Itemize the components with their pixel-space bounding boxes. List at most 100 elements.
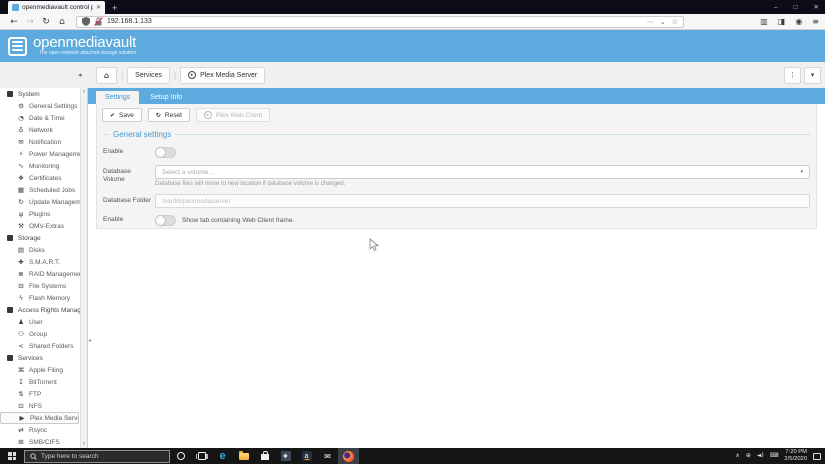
caret-down-button[interactable]: ▾ — [804, 66, 821, 84]
firefox-button[interactable] — [338, 448, 359, 464]
sidebar-item[interactable]: ⚒ OMV-Extras — [0, 220, 87, 232]
flash-icon: ϟ — [18, 293, 24, 302]
search-icon — [30, 452, 37, 460]
sidebar-scrollbar[interactable]: ˄ ˅ — [80, 88, 87, 448]
network-icon[interactable]: ⊕ — [746, 453, 751, 459]
back-icon[interactable]: ← — [6, 17, 22, 27]
breadcrumb-services-button[interactable]: Services — [127, 66, 170, 84]
sidebar-item[interactable]: ∿ Monitoring — [0, 160, 87, 172]
edge-button[interactable]: e — [212, 448, 233, 464]
speaker-icon[interactable]: ◄) — [757, 453, 764, 459]
sidebar-item[interactable]: ▤ Disks — [0, 244, 87, 256]
sidebar-item[interactable]: ⊟ File Systems — [0, 280, 87, 292]
sidebar-item[interactable]: ψ Plugins — [0, 208, 87, 220]
window-minimize-button[interactable]: – — [774, 4, 778, 11]
section-square-icon — [6, 235, 14, 241]
enable-toggle[interactable] — [155, 147, 176, 158]
sidebar-item[interactable]: ⇄ Rsync — [0, 424, 87, 436]
sidebar-splitter-handle[interactable]: ◂ — [88, 338, 91, 344]
navigation-sidebar: System ⚙ General Settings ◔ Date & Time … — [0, 88, 88, 448]
amazon-icon: a — [301, 451, 312, 461]
reload-icon[interactable]: ↻ — [38, 17, 54, 27]
reset-button[interactable]: ↻ Reset — [147, 108, 190, 122]
sidebar-item[interactable]: ↻ Update Management — [0, 196, 87, 208]
page-actions-icon[interactable]: ⋯ — [647, 18, 654, 26]
forward-icon[interactable]: → — [22, 17, 38, 27]
address-bar[interactable]: 192.168.1.133 ⋯ ⌄ ☆ — [76, 15, 684, 28]
sidebar-item[interactable]: ◔ Date & Time — [0, 112, 87, 124]
database-folder-input: /var/lib/plexmediaserver — [155, 194, 810, 208]
sidebar-collapse-icon[interactable]: ◂ — [78, 71, 82, 79]
insecure-lock-icon[interactable] — [94, 17, 103, 26]
sidebar-item[interactable]: ⚙ General Settings — [0, 100, 87, 112]
sidebar-item[interactable]: ♟ User — [0, 316, 87, 328]
download-icon: ↧ — [18, 377, 24, 386]
calendar-icon: ▦ — [17, 185, 25, 194]
task-view-button[interactable] — [191, 448, 212, 464]
shield-icon[interactable] — [82, 17, 90, 26]
more-menu-button[interactable]: ⋮ — [784, 66, 801, 84]
sidebar-item[interactable]: ⌘ Apple Filing — [0, 364, 87, 376]
library-icon[interactable]: ▥ — [760, 17, 768, 26]
sidebar-item[interactable]: Storage — [0, 232, 87, 244]
sidebar-item[interactable]: < Shared Folders — [0, 340, 87, 352]
tray-caret-icon[interactable]: ∧ — [735, 453, 739, 459]
sidebar-item[interactable]: ⇅ FTP — [0, 388, 87, 400]
url-text[interactable]: 192.168.1.133 — [107, 18, 643, 25]
database-volume-select[interactable]: Select a volume ... ▾ — [155, 165, 810, 179]
sidebar-item[interactable]: ↧ BitTorrent — [0, 376, 87, 388]
browser-home-icon[interactable]: ⌂ — [54, 17, 70, 27]
action-center-icon[interactable] — [813, 452, 821, 460]
breadcrumb-current-button[interactable]: ▸ Plex Media Server — [180, 66, 266, 84]
sidebar-item[interactable]: ❖ Certificates — [0, 172, 87, 184]
store-button[interactable] — [254, 448, 275, 464]
mail-button[interactable]: ✉ — [317, 448, 338, 464]
refresh-icon: ↻ — [18, 197, 24, 206]
taskbar-clock[interactable]: 7:20 PM 2/5/2020 — [784, 449, 807, 462]
bookmark-star-icon[interactable]: ☆ — [672, 18, 678, 26]
tab-setup-info[interactable]: Setup Info — [141, 91, 191, 104]
sidebar-item[interactable]: ⚇ Group — [0, 328, 87, 340]
new-tab-button[interactable]: + — [112, 2, 117, 14]
tab-close-icon[interactable]: ✕ — [96, 4, 101, 11]
save-button[interactable]: ✔ Save — [102, 108, 142, 122]
cortana-button[interactable] — [170, 448, 191, 464]
sidebar-item[interactable]: ⊞ SMB/CIFS — [0, 436, 87, 448]
sidebar-item[interactable]: Access Rights Management — [0, 304, 87, 316]
window-close-button[interactable]: ✕ — [814, 3, 819, 11]
window-maximize-button[interactable]: □ — [794, 4, 798, 11]
file-explorer-button[interactable] — [233, 448, 254, 464]
sidebar-item[interactable]: ⊡ NFS — [0, 400, 87, 412]
account-icon[interactable]: ◉ — [795, 17, 802, 26]
web-client-toggle[interactable] — [155, 215, 176, 226]
sidebars-icon[interactable]: ◨ — [778, 17, 786, 26]
browser-titlebar: openmediavault control pane ✕ + – □ ✕ — [0, 0, 825, 14]
sidebar-item[interactable]: ✉ Notification — [0, 136, 87, 148]
sidebar-item[interactable]: Services — [0, 352, 87, 364]
plex-web-client-button[interactable]: ▸ Plex Web Client — [195, 108, 270, 122]
scroll-down-icon[interactable]: ˅ — [83, 441, 86, 447]
breadcrumb-home-button[interactable]: ⌂ — [96, 66, 118, 84]
dropbox-button[interactable]: ❖ — [275, 448, 296, 464]
pocket-icon[interactable]: ⌄ — [660, 18, 666, 26]
sidebar-item[interactable]: ϟ Flash Memory — [0, 292, 87, 304]
check-icon: ✔ — [110, 111, 116, 119]
sidebar-item[interactable]: ⚡ Power Management — [0, 148, 87, 160]
scroll-up-icon[interactable]: ˄ — [83, 89, 86, 95]
amazon-button[interactable]: a — [296, 448, 317, 464]
sidebar-item[interactable]: ≣ RAID Management — [0, 268, 87, 280]
sidebar-item[interactable]: ▦ Scheduled Jobs — [0, 184, 87, 196]
windows-taskbar: Type here to search e ❖ a ✉ ∧ ⊕ ◄) ⌨ 7:2… — [0, 448, 825, 464]
browser-tab[interactable]: openmediavault control pane ✕ — [8, 1, 105, 14]
main-content: Settings Setup Info ✔ Save ↻ Reset ▸ Ple… — [88, 88, 825, 448]
taskbar-search-box[interactable]: Type here to search — [24, 449, 170, 463]
sidebar-item[interactable]: System — [0, 88, 87, 100]
sidebar-item[interactable]: ▶ Plex Media Server — [0, 412, 79, 424]
sidebar-item[interactable]: ✚ S.M.A.R.T. — [0, 256, 87, 268]
touch-keyboard-icon[interactable]: ⌨ — [770, 453, 779, 459]
start-button[interactable] — [0, 448, 24, 464]
fieldset-legend: General settings — [103, 130, 810, 139]
tab-settings[interactable]: Settings — [96, 91, 140, 104]
sidebar-item[interactable]: ♁ Network — [0, 124, 87, 136]
menu-icon[interactable]: ≡ — [812, 17, 819, 26]
